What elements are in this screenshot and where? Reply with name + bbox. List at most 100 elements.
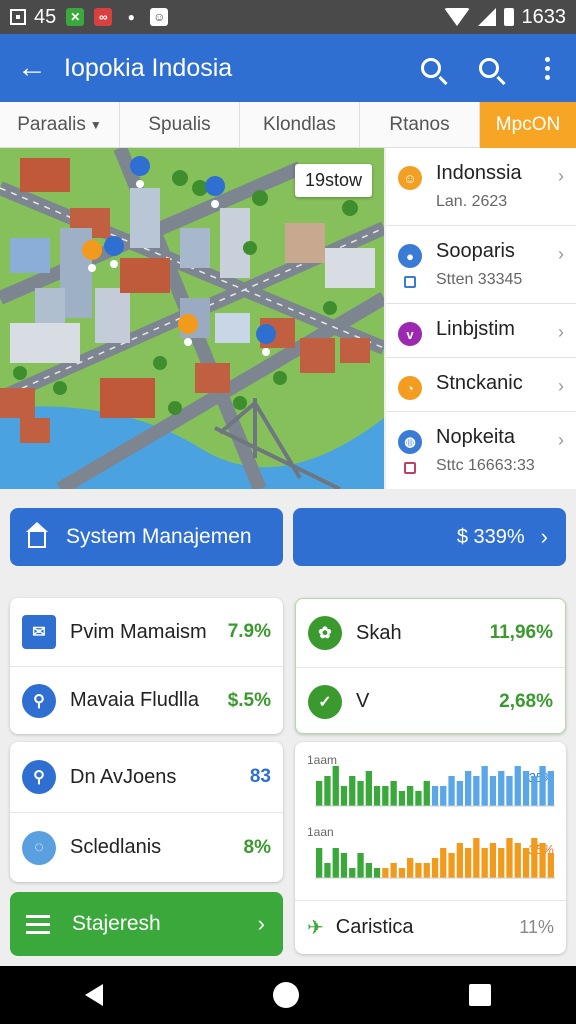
location-icon: ⚲ [22,683,56,718]
chart-bar [522,848,530,878]
chart-bar [456,781,463,806]
search-icon: ⚲ [22,760,56,794]
more-vert-icon [544,56,550,80]
chart-bar [431,786,439,806]
chevron-down-icon: ▼ [89,118,102,132]
tab-paraalis[interactable]: Paraalis ▼ [0,102,120,148]
chart-bar [365,771,372,806]
tab-label: MpcON [495,114,561,135]
status-time: 1633 [521,5,567,28]
user-badge-icon: ✿ [308,616,342,650]
battery-icon [503,8,514,26]
more-button[interactable] [518,34,576,102]
list-item-sooparis[interactable]: ● Sooparis Stten 33345 › [386,226,576,304]
chart-bar [365,863,372,878]
list-item-nopkeita[interactable]: ◍ Nopkeita Sttc 16663:33 › [386,412,576,490]
chart-title: 1aan [307,825,334,839]
doc-icon [404,462,416,474]
stat-row[interactable]: ⚲ Mavaia Fludlla $.5% [10,666,283,734]
nav-recents-button[interactable] [469,984,491,1006]
list-item-title: Sooparis [436,240,515,262]
page-title: Iopokia Indosia [64,53,233,82]
stats-card-3: ⚲ Dn AvJoens 83 ◌ Scledlanis 8% [10,742,283,882]
stat-row[interactable]: ✿ Skah 11,96% [296,599,565,667]
chart-bar [415,791,422,806]
list-item-indonssia[interactable]: ☺ Indonssia Lan. 2623 › [386,148,576,226]
location-list: ☺ Indonssia Lan. 2623 › ● Sooparis Stten… [386,148,576,489]
tab-rtanos[interactable]: Rtanos [360,102,480,148]
chart-bar [547,771,554,806]
tab-mpcon[interactable]: MpcON [480,102,576,148]
stat-row[interactable]: ✉ Pvim Mamaism 7.9% [10,598,283,666]
android-icon: ● [127,10,135,24]
percent-button[interactable]: $ 339% › [293,508,566,566]
chart-bar [357,853,364,878]
chart-bar [324,776,331,806]
signal-icon [477,8,496,26]
chart-bar [456,843,463,878]
back-button[interactable]: ← [0,34,64,102]
arrow-left-icon: ← [17,51,47,84]
doc-icon [404,276,416,288]
chart-bar [398,791,406,806]
stat-value: 83 [249,766,271,787]
list-item-title: Indonssia [436,162,522,184]
chart-bar [349,776,356,806]
chevron-right-icon: › [558,376,564,396]
menu-icon [26,914,50,934]
chevron-right-icon: › [540,524,548,549]
button-label: System Manajemen [66,525,252,548]
stat-value: 2,68% [499,690,553,712]
system-nav-bar [0,966,576,1024]
list-item-subtitle: Lan. 2623 [436,193,508,210]
stat-row[interactable]: ⚲ Dn AvJoens 83 [10,742,283,812]
chart-bar [357,781,364,806]
chart-bar [489,843,497,878]
chart-bar [415,863,422,878]
city-map[interactable]: 19stow [0,148,384,489]
search-button[interactable] [402,34,460,102]
map-illustration [0,148,384,489]
list-item-linbjstim[interactable]: v Linbjstim › [386,304,576,358]
chart-bar [465,848,472,878]
chart-bar [473,838,480,878]
search-icon [479,58,499,78]
map-location-tag[interactable]: 19stow [294,164,372,197]
tab-spualis[interactable]: Spualis [120,102,240,148]
chart-bar [547,853,554,878]
smile-icon: ☺ [398,166,422,190]
chart-bar [373,786,381,806]
search-button-2[interactable] [460,34,518,102]
tab-klondlas[interactable]: Klondlas [240,102,360,148]
stats-card-2: ✿ Skah 11,96% ✓ V 2,68% [295,598,566,734]
stat-value: 8% [243,836,271,858]
chart-bar [340,853,348,878]
chart-bar [514,766,521,806]
home-icon [26,522,48,548]
nav-home-button[interactable] [273,982,299,1008]
stat-label: Pvim Mamaism [70,620,207,643]
stat-row[interactable]: ✓ V 2,68% [296,667,565,735]
stat-row[interactable]: ◌ Scledlanis 8% [10,812,283,882]
stat-value: 11,96% [489,622,553,643]
check-icon: ✓ [308,684,342,719]
chart-bar [522,771,530,806]
nav-back-button[interactable] [85,984,103,1006]
screenshot-icon [10,9,26,25]
chart-bar [382,786,389,806]
tab-label: Rtanos [389,114,450,135]
chart-bar [431,858,439,878]
chart-footer-row[interactable]: ✈ Caristica 11% [295,900,566,954]
list-item-stnckanic[interactable]: ◔ Stnckanic › [386,358,576,412]
chart-bar [539,843,546,878]
chart-bar [373,868,381,878]
stajeresh-button[interactable]: Stajeresh › [10,892,283,956]
system-management-button[interactable]: System Manajemen [10,508,283,566]
mail-icon: ✉ [22,615,56,649]
stat-label: Scledlanis [70,836,162,858]
chart-bar [473,776,480,806]
stat-label: Dn AvJoens [70,765,177,788]
chart-title: 1aam [307,753,337,767]
search-icon [421,58,441,78]
chevron-v-icon: v [398,322,422,346]
